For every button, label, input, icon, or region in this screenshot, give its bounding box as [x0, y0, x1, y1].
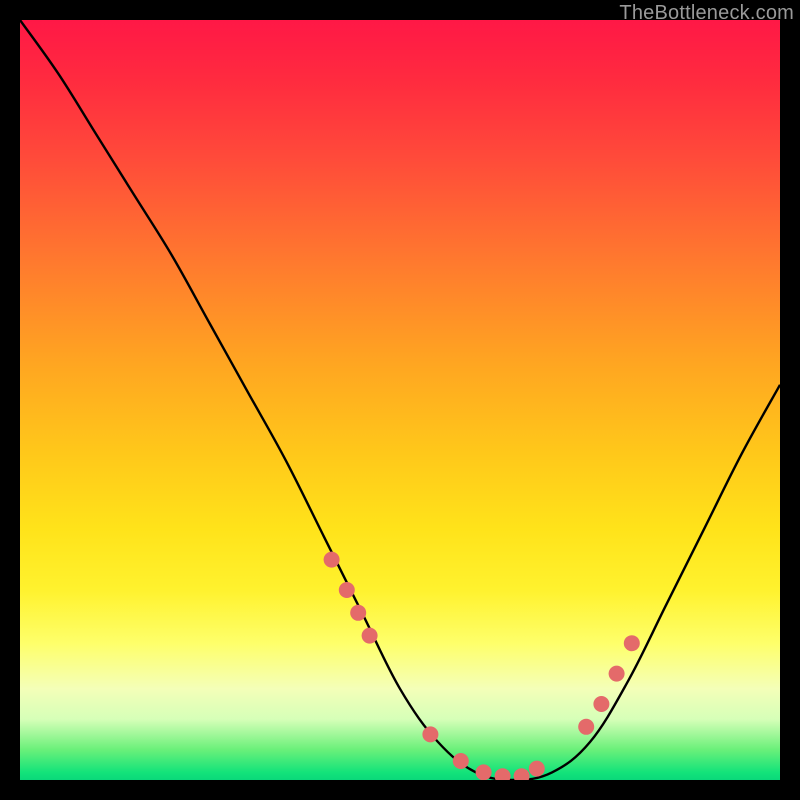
chart-stage: TheBottleneck.com [0, 0, 800, 800]
highlight-dots-group [324, 552, 640, 780]
highlight-dot [529, 761, 545, 777]
highlight-dot [624, 635, 640, 651]
bottleneck-curve [20, 20, 780, 780]
highlight-dot [495, 768, 511, 780]
highlight-dot [339, 582, 355, 598]
highlight-dot [422, 726, 438, 742]
highlight-dot [324, 552, 340, 568]
highlight-dot [362, 628, 378, 644]
curve-layer [20, 20, 780, 780]
highlight-dot [578, 719, 594, 735]
highlight-dot [514, 768, 530, 780]
watermark-text: TheBottleneck.com [619, 2, 794, 25]
highlight-dot [350, 605, 366, 621]
highlight-dot [593, 696, 609, 712]
highlight-dot [476, 764, 492, 780]
highlight-dot [453, 753, 469, 769]
highlight-dot [609, 666, 625, 682]
